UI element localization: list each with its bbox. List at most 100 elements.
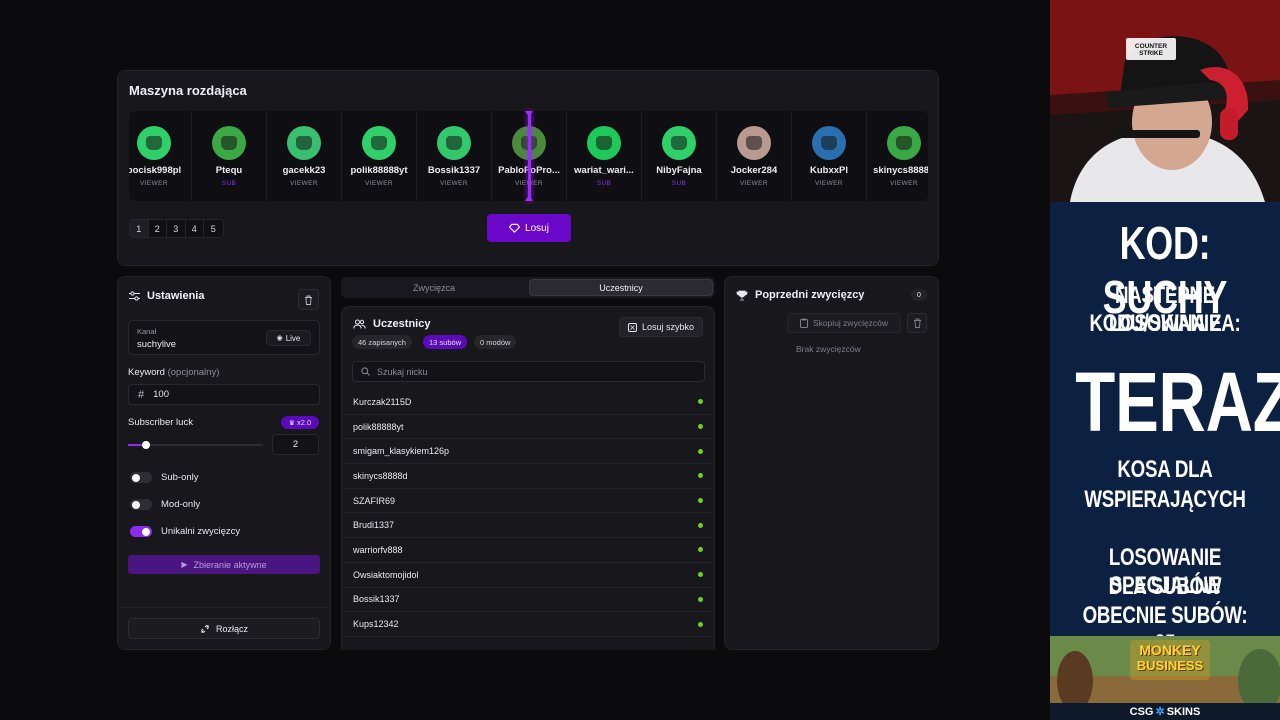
mods-count-chip: 0 modów xyxy=(474,335,517,349)
users-icon xyxy=(353,319,366,329)
unique-winners-row: Unikalni zwycięzcy xyxy=(130,526,240,537)
participant-name: Kups12342 xyxy=(353,619,399,630)
participant-name: skinycs8888d xyxy=(353,470,408,481)
online-dot xyxy=(698,448,703,454)
luck-multiplier-value: x2.0 xyxy=(297,418,312,427)
slot-username: Bossik1337 xyxy=(427,165,481,176)
keyword-optional: (opcjonalny) xyxy=(167,367,220,378)
stream-overlay: KOD: SUCHY NASTĘPNE LOSOWANIE KODU/SKINA… xyxy=(1050,202,1280,657)
clear-settings-button[interactable] xyxy=(298,289,319,310)
roulette-slot: Bossik1337 VIEWER xyxy=(417,111,492,201)
subs-count-chip: 13 subów xyxy=(423,335,468,349)
draw-button-label: Losuj xyxy=(525,222,549,234)
disconnect-label: Rozłącz xyxy=(215,623,248,634)
participant-row[interactable]: smigam_klasykiem126p xyxy=(342,439,714,465)
unique-winners-label: Unikalni zwycięzcy xyxy=(161,526,241,537)
avatar xyxy=(437,126,471,160)
previous-winners-panel: Poprzedni zwycięzcy 0 Skopiuj zwycięzców… xyxy=(724,276,939,650)
cap-logo-text: COUNTER STRIKE xyxy=(1134,43,1168,57)
participant-name: SZAFIR69 xyxy=(353,495,396,506)
channel-field[interactable]: Kanał suchylive ◉ Live xyxy=(128,320,320,355)
collecting-active-button[interactable]: ▶ Zbieranie aktywne xyxy=(128,555,320,574)
participant-row[interactable]: warriorfv888 xyxy=(342,538,714,563)
slot-username: gacekk23 xyxy=(282,165,326,176)
avatar xyxy=(362,126,396,160)
trophy-icon xyxy=(736,290,748,300)
sponsor-game-title-line2: BUSINESS xyxy=(1136,658,1204,673)
keyword-label: Keyword (opcjonalny) xyxy=(128,367,219,378)
sub-only-toggle[interactable] xyxy=(130,472,152,483)
roulette-slot: wariat_wari... SUB xyxy=(567,111,642,201)
overlay-kosa-line1: KOSA DLA xyxy=(1117,456,1213,483)
participant-row[interactable]: Owsiaktomojidol xyxy=(342,563,714,588)
page-button[interactable]: 2 xyxy=(149,220,167,237)
slot-username: NibyFajna xyxy=(656,165,702,176)
live-button[interactable]: ◉ Live xyxy=(266,330,311,346)
sub-only-row: Sub-only xyxy=(130,472,199,483)
divider xyxy=(118,607,330,608)
page-button[interactable]: 4 xyxy=(186,220,204,237)
slot-username: KubxxPl xyxy=(809,165,848,176)
participant-name: Bossik1337 xyxy=(353,594,400,605)
page-button[interactable]: 1 xyxy=(130,220,149,237)
luck-slider-thumb[interactable] xyxy=(141,441,150,449)
mod-only-label: Mod-only xyxy=(161,499,201,510)
copy-winners-button[interactable]: Skopiuj zwycięzców xyxy=(787,313,901,333)
online-dot xyxy=(698,596,703,602)
subscriber-luck-label: Subscriber luck xyxy=(128,417,193,428)
keyword-input[interactable]: # 100 xyxy=(128,384,320,405)
search-input[interactable]: Szukaj nicku xyxy=(352,361,705,382)
slot-role: VIEWER xyxy=(439,180,469,187)
participant-name: warriorfv888 xyxy=(353,544,403,555)
avatar xyxy=(212,126,246,160)
roulette-slot: NibyFajna SUB xyxy=(642,111,717,201)
roulette-slot: gacekk23 VIEWER xyxy=(267,111,342,201)
streamer-image xyxy=(1050,0,1280,202)
copy-winners-label: Skopiuj zwycięzców xyxy=(812,318,889,328)
participant-row[interactable]: polik88888yt xyxy=(342,415,714,440)
avatar xyxy=(587,126,621,160)
luck-multiplier-badge: ♛ x2.0 xyxy=(281,416,319,429)
participant-name: Brudi1337 xyxy=(353,520,395,531)
quick-draw-button[interactable]: Losuj szybko xyxy=(619,317,703,337)
participant-row[interactable]: Bossik1337 xyxy=(342,588,714,613)
quick-draw-label: Losuj szybko xyxy=(641,322,695,332)
participant-row[interactable]: skinycs8888d xyxy=(342,464,714,489)
disconnect-button[interactable]: Rozłącz xyxy=(128,618,320,639)
luck-slider[interactable] xyxy=(128,441,263,449)
avatar xyxy=(662,126,696,160)
tab-participants[interactable]: Uczestnicy xyxy=(529,279,713,296)
diamond-icon xyxy=(509,223,521,233)
search-icon xyxy=(361,367,370,376)
mod-only-toggle[interactable] xyxy=(130,499,152,510)
participant-row[interactable]: Brudi1337 xyxy=(342,513,714,539)
participant-row[interactable]: Kurczak2115D xyxy=(342,390,714,415)
slot-role: VIEWER xyxy=(139,180,169,187)
keyword-label-text: Keyword xyxy=(128,367,165,378)
participants-header: Uczestnicy xyxy=(353,318,430,330)
slot-username: wariat_wari... xyxy=(574,165,634,176)
participant-name: Kurczak2115D xyxy=(353,396,412,407)
page-button[interactable]: 3 xyxy=(167,220,186,237)
luck-number-input[interactable]: 2 xyxy=(272,434,319,455)
tab-winner[interactable]: Zwycięzca xyxy=(343,279,525,296)
clear-winners-button[interactable] xyxy=(907,313,927,333)
trash-icon xyxy=(305,295,312,305)
participant-row[interactable]: SZAFIR69 xyxy=(342,489,714,514)
keyword-value: 100 xyxy=(153,389,169,400)
pagination: 12345 xyxy=(129,219,224,238)
overlay-special-line2: DLA SUBÓW xyxy=(1108,573,1222,600)
unique-winners-toggle[interactable] xyxy=(130,526,152,537)
page-button[interactable]: 5 xyxy=(204,220,223,237)
brand-gear-icon: ✲ xyxy=(1155,706,1165,718)
online-dot xyxy=(698,424,703,430)
slot-role: VIEWER xyxy=(889,180,919,187)
no-winners-text: Brak zwycięzców xyxy=(796,344,861,354)
avatar xyxy=(887,126,921,160)
participants-title: Uczestnicy xyxy=(373,318,431,330)
participant-row[interactable]: Kups12342 xyxy=(342,612,714,637)
roulette-slot: polik88888yt VIEWER xyxy=(342,111,417,201)
draw-button[interactable]: Losuj xyxy=(487,214,571,242)
channel-label: Kanał xyxy=(137,327,157,336)
avatar xyxy=(137,126,171,160)
